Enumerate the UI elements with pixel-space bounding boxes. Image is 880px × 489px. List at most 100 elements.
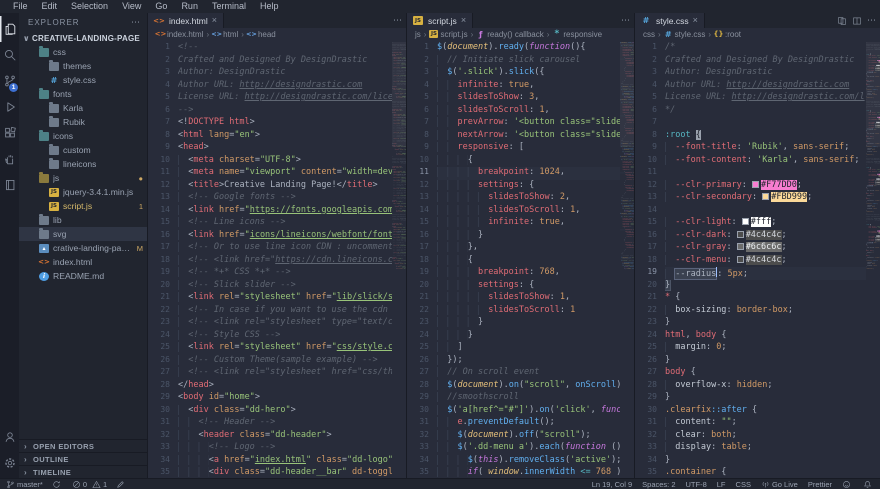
code-line[interactable]: ] [437, 342, 620, 355]
code-line[interactable]: box-sizing: border-box; [665, 305, 866, 318]
code-line[interactable]: --font-title: 'Rubik', sans-serif; [665, 142, 866, 155]
code-line[interactable]: settings: { [437, 180, 620, 193]
minimap[interactable]: /*Crafted and Designed By DesignDrasticA… [866, 42, 880, 478]
code-line[interactable]: * { [665, 292, 866, 305]
code-line[interactable]: <!DOCTYPE html> [178, 117, 392, 130]
code-line[interactable]: <header class="dd-header"> [178, 430, 392, 443]
code-line[interactable]: $('a[href^="#"]').on('click', funct [437, 405, 620, 418]
explorer-item-lineicons[interactable]: lineicons [19, 157, 147, 171]
code-line[interactable]: <!-- Style CSS --> [178, 330, 392, 343]
code-line[interactable]: <body id="home"> [178, 392, 392, 405]
problems-status[interactable]: 0 1 [72, 480, 107, 489]
code-line[interactable]: <link href="https://fonts.googleapis.com… [178, 205, 392, 218]
code-line[interactable]: <div class="dd-header__bar" dd-toggle [178, 467, 392, 478]
tab-style-css[interactable]: #style.css× [635, 13, 705, 28]
eol-status[interactable]: LF [717, 480, 726, 489]
compare-changes-icon[interactable] [837, 16, 847, 26]
close-icon[interactable]: × [693, 16, 698, 25]
code-line[interactable]: License URL: http://designdrastic.com/l [665, 92, 866, 105]
code-line[interactable]: responsive: [ [437, 142, 620, 155]
code-line[interactable]: <!-- *+* CSS *+* --> [178, 267, 392, 280]
sync-changes-button[interactable] [52, 480, 63, 489]
explorer-item-custom[interactable]: custom [19, 143, 147, 157]
code-line[interactable]: <link rel="stylesheet" href="lib/slick/s… [178, 292, 392, 305]
code-line[interactable]: body { [665, 367, 866, 380]
code-line[interactable]: <link href="icons/lineicons/webfont/font… [178, 230, 392, 243]
code-line[interactable]: --clr-menu: #4c4c4c; [665, 255, 866, 268]
code-line[interactable]: <meta name="viewport" content="width=dev… [178, 167, 392, 180]
code-line[interactable]: { [437, 255, 620, 268]
code-line[interactable]: License URL: http://designdrastic.com/li… [178, 92, 392, 105]
explorer-item-script-js[interactable]: JSscript.js1 [19, 199, 147, 213]
explorer-item-lib[interactable]: lib [19, 213, 147, 227]
workspace-root-folder[interactable]: ∨ CREATIVE-LANDING-PAGE [19, 31, 147, 45]
explorer-item-index-html[interactable]: <>index.html [19, 255, 147, 269]
breadcrumb-item--root[interactable]: {}:root [714, 30, 741, 39]
menu-item-help[interactable]: Help [253, 0, 286, 13]
code-line[interactable]: clear: both; [665, 430, 866, 443]
code-line[interactable]: </head> [178, 380, 392, 393]
breadcrumb-item-ready-callback[interactable]: ƒready() callback [476, 30, 543, 39]
close-icon[interactable]: × [212, 16, 217, 25]
minimap[interactable]: <!--Crafted and Designed By DesignDrasti… [392, 42, 406, 478]
explorer-item-style-css[interactable]: #style.css [19, 73, 147, 87]
code-line[interactable]: } [665, 455, 866, 468]
code-line[interactable]: margin: 0; [665, 342, 866, 355]
code-line[interactable]: prevArrow: '<button class="slide- [437, 117, 620, 130]
code-line[interactable]: .container { [665, 467, 866, 478]
code-line[interactable]: $('.dd-menu a').each(function () [437, 442, 620, 455]
code-line[interactable]: --clr-primary: #F77DD0; [665, 180, 866, 193]
code-line[interactable]: <!-- Slick slider --> [178, 280, 392, 293]
code-line[interactable]: --clr-secondary: #FBD999; [665, 192, 866, 205]
code-line[interactable]: --> [178, 105, 392, 118]
code-line[interactable]: $(document).off("scroll"); [437, 430, 620, 443]
code-line[interactable]: settings: { [437, 280, 620, 293]
code-line[interactable]: <!-- Header --> [178, 417, 392, 430]
code-line[interactable]: slidesToShow: 1, [437, 292, 620, 305]
code-content[interactable]: $(document).ready(function(){ // Initiat… [437, 42, 620, 478]
code-line[interactable]: display: table; [665, 442, 866, 455]
menu-item-go[interactable]: Go [148, 0, 174, 13]
explorer-item-jquery-3-4-1-min-js[interactable]: JSjquery-3.4.1.min.js [19, 185, 147, 199]
code-line[interactable]: <!-- Line icons --> [178, 217, 392, 230]
code-line[interactable]: } [437, 230, 620, 243]
code-line[interactable]: Author URL: http://designdrastic.com [665, 80, 866, 93]
explorer-item-js[interactable]: js● [19, 171, 147, 185]
minimap[interactable]: $(document).ready(function(){ // Initiat… [620, 42, 634, 478]
menu-item-view[interactable]: View [115, 0, 148, 13]
explorer-icon[interactable] [0, 16, 19, 42]
code-line[interactable]: overflow-x: hidden; [665, 380, 866, 393]
sidebar-section-timeline[interactable]: ›TIMELINE [19, 465, 147, 478]
code-line[interactable]: } [437, 330, 620, 343]
more-actions-icon[interactable]: ⋯ [621, 15, 630, 26]
code-line[interactable]: Author URL: http://designdrastic.com [178, 80, 392, 93]
menu-item-run[interactable]: Run [174, 0, 205, 13]
explorer-item-karla[interactable]: Karla [19, 101, 147, 115]
breadcrumb-item-css[interactable]: css [643, 30, 655, 39]
hand-extension-icon[interactable] [0, 146, 19, 172]
code-line[interactable]: } [665, 280, 866, 293]
code-line[interactable]: <!-- <link rel="stylesheet" href="css/th… [178, 367, 392, 380]
code-line[interactable]: <head> [178, 142, 392, 155]
code-line[interactable] [665, 117, 866, 130]
code-line[interactable]: content: ""; [665, 417, 866, 430]
code-content[interactable]: /*Crafted and Designed By DesignDrasticA… [665, 42, 866, 478]
more-actions-icon[interactable]: ⋯ [867, 15, 876, 26]
code-line[interactable]: } [437, 317, 620, 330]
explorer-more-actions-icon[interactable]: ⋯ [131, 17, 141, 28]
prettier-status[interactable]: Prettier [808, 480, 832, 489]
code-line[interactable]: <!-- Google fonts --> [178, 192, 392, 205]
more-actions-icon[interactable]: ⋯ [393, 15, 402, 26]
explorer-item-crative-landing-page-template-png[interactable]: ▴crative-landing-page-template.pngM [19, 241, 147, 255]
code-line[interactable]: <!-- Custom Theme(sample example) --> [178, 355, 392, 368]
editor-mode-indicator[interactable] [116, 480, 127, 489]
code-line[interactable]: nextArrow: '<button class="slide- [437, 130, 620, 143]
code-line[interactable]: $('.slick').slick({ [437, 67, 620, 80]
sidebar-section-outline[interactable]: ›OUTLINE [19, 452, 147, 465]
code-line[interactable]: <title>Creative Landing Page!</title> [178, 180, 392, 193]
go-live-button[interactable]: Go Live [761, 480, 798, 489]
code-line[interactable]: if( window.innerWidth <= 768 ) [437, 467, 620, 478]
explorer-item-fonts[interactable]: fonts [19, 87, 147, 101]
code-line[interactable]: <!-- <link href="https://cdn.lineicons.c… [178, 255, 392, 268]
code-line[interactable]: <div class="dd-hero"> [178, 405, 392, 418]
